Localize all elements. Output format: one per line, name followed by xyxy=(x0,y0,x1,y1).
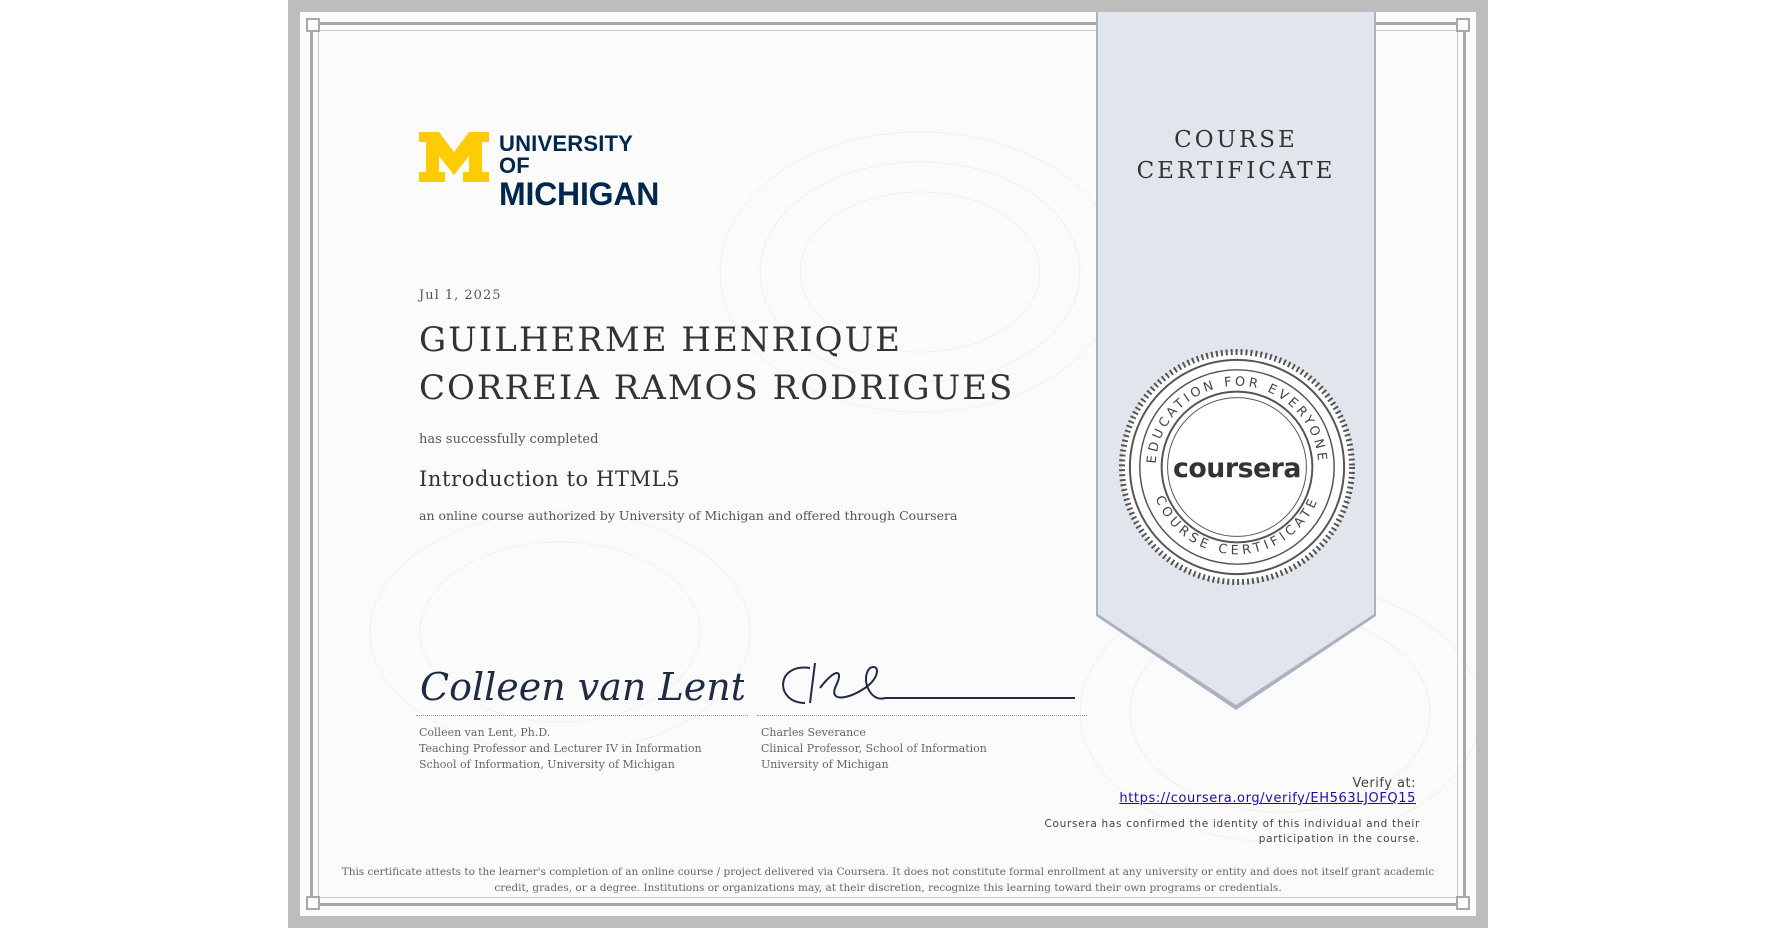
signature-line xyxy=(757,715,1087,717)
recipient-name-line-2: CORREIA RAMOS RODRIGUES xyxy=(419,368,1015,408)
block-m-icon xyxy=(419,132,489,182)
signatory-name: Colleen van Lent, Ph.D. xyxy=(419,726,551,739)
signatory-affiliation: University of Michigan xyxy=(761,758,889,771)
verify-note: Coursera has confirmed the identity of t… xyxy=(1044,818,1420,845)
authorized-text: an online course authorized by Universit… xyxy=(419,508,958,523)
coursera-seal-icon: EDUCATION FOR EVERYONE COURSE CERTIFICAT… xyxy=(1118,348,1356,586)
svg-text:Colleen van Lent: Colleen van Lent xyxy=(420,665,744,709)
logo-line-2: MICHIGAN xyxy=(499,176,660,212)
completion-date: Jul 1, 2025 xyxy=(419,288,502,303)
completed-text: has successfully completed xyxy=(419,432,599,447)
signatory-title: Teaching Professor and Lecturer IV in In… xyxy=(419,742,702,755)
corner-ornament xyxy=(1456,18,1470,32)
university-logo: UNIVERSITY OF MICHIGAN xyxy=(419,130,669,210)
certificate-paper: UNIVERSITY OF MICHIGAN Jul 1, 2025 GUILH… xyxy=(300,12,1476,916)
corner-ornament xyxy=(1456,896,1470,910)
corner-ornament xyxy=(306,896,320,910)
ribbon-title: COURSE CERTIFICATE xyxy=(1098,125,1374,187)
seal-brand: coursera xyxy=(1173,453,1301,484)
signatory-2-details: Charles Severance Clinical Professor, Sc… xyxy=(761,725,987,773)
ribbon-title-line-1: COURSE xyxy=(1174,127,1298,153)
signatory-name: Charles Severance xyxy=(761,726,866,739)
signature-charles-severance xyxy=(782,662,1075,704)
signatory-affiliation: School of Information, University of Mic… xyxy=(419,758,675,771)
logo-line-1: UNIVERSITY OF xyxy=(499,131,633,178)
verify-link[interactable]: https://coursera.org/verify/EH563LJOFQ15 xyxy=(1119,791,1416,806)
recipient-name-line-1: GUILHERME HENRIQUE xyxy=(419,320,902,360)
certificate-frame: UNIVERSITY OF MICHIGAN Jul 1, 2025 GUILH… xyxy=(288,0,1488,928)
corner-ornament xyxy=(306,18,320,32)
certificate-disclaimer: This certificate attests to the learner'… xyxy=(341,866,1435,894)
signature-colleen-van-lent: Colleen van Lent xyxy=(420,665,744,709)
recipient-name: GUILHERME HENRIQUE CORREIA RAMOS RODRIGU… xyxy=(419,316,1014,412)
signatory-title: Clinical Professor, School of Informatio… xyxy=(761,742,987,755)
signatory-1-details: Colleen van Lent, Ph.D. Teaching Profess… xyxy=(419,725,702,773)
course-title: Introduction to HTML5 xyxy=(419,467,681,491)
university-logo-text: UNIVERSITY OF MICHIGAN xyxy=(499,131,669,212)
certificate-ribbon: COURSE CERTIFICATE EDUCATION FOR EVERYON… xyxy=(1096,12,1376,710)
verify-label: Verify at: xyxy=(1352,776,1416,791)
ribbon-title-line-2: CERTIFICATE xyxy=(1136,158,1336,184)
signature-line xyxy=(416,715,748,717)
